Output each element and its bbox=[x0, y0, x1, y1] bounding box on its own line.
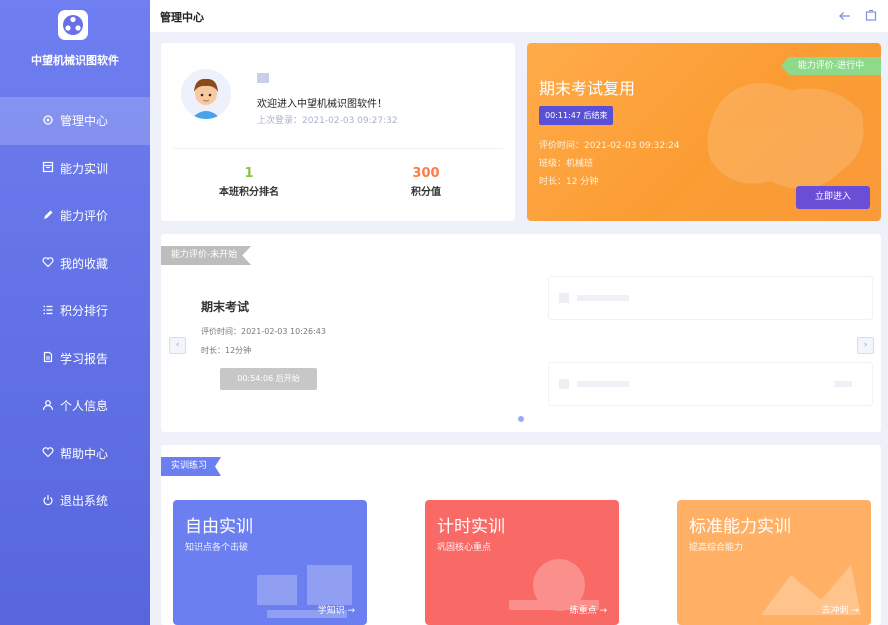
class-rank-stat: 1 本班积分排名 bbox=[179, 166, 319, 198]
sidebar-item-logout[interactable]: 退出系统 bbox=[0, 477, 150, 525]
sidebar-item-label: 能力评价 bbox=[59, 209, 108, 224]
evaluation-status-tag: 能力评价-未开始 bbox=[161, 246, 252, 265]
carousel-indicator-dot[interactable] bbox=[518, 416, 524, 422]
welcome-text: 欢迎进入中望机械识图软件！ bbox=[257, 99, 387, 110]
welcome-card: 欢迎进入中望机械识图软件！ 上次登录：2021-02-03 09:27:32 1… bbox=[161, 43, 515, 221]
class-rank-value: 1 bbox=[244, 166, 254, 181]
placeholder-slide-item bbox=[548, 362, 873, 406]
training-section: 实训练习 自由实训 知识点各个击破 学知识 → 计时实训 巩固核心重点 练重点 … bbox=[161, 445, 881, 625]
start-countdown-button[interactable]: 00:54:06 后开始 bbox=[220, 368, 317, 390]
sidebar-item-report[interactable]: 学习报告 bbox=[0, 335, 150, 383]
avatar bbox=[181, 69, 231, 119]
class-rank-label: 本班积分排名 bbox=[219, 187, 279, 198]
sidebar-item-favorites[interactable]: 我的收藏 bbox=[0, 240, 150, 288]
sidebar-item-label: 管理中心 bbox=[59, 114, 108, 129]
last-login-time: 上次登录：2021-02-03 09:27:32 bbox=[257, 116, 398, 126]
training-card-subtitle: 知识点各个击破 bbox=[185, 543, 249, 553]
points-stat: 300 积分值 bbox=[356, 166, 496, 198]
sidebar-item-label: 学习报告 bbox=[59, 351, 108, 366]
training-card-link[interactable]: 去冲刺 → bbox=[822, 603, 859, 616]
placeholder-slide-item bbox=[548, 276, 873, 320]
sidebar-item-label: 我的收藏 bbox=[59, 256, 108, 271]
sidebar-item-label: 个人信息 bbox=[59, 399, 108, 414]
user-icon bbox=[42, 399, 56, 413]
exam-eval-time: 评价时间：2021-02-03 09:32:24 bbox=[539, 141, 680, 151]
page-title: 管理中心 bbox=[160, 11, 204, 24]
sidebar-item-ranking[interactable]: 积分排行 bbox=[0, 287, 150, 335]
calendar-icon bbox=[42, 161, 56, 175]
fullscreen-icon[interactable] bbox=[864, 8, 878, 22]
training-card-title: 标准能力实训 bbox=[689, 517, 791, 537]
evaluation-section: 能力评价-未开始 期末考试 评价时间：2021-02-03 10:26:43 时… bbox=[161, 234, 881, 432]
chevron-right-icon: › bbox=[863, 340, 868, 350]
list-icon bbox=[42, 304, 56, 318]
carousel-prev-button[interactable]: ‹ bbox=[169, 337, 186, 354]
evaluation-time: 评价时间：2021-02-03 10:26:43 bbox=[201, 327, 326, 336]
sidebar-nav: 管理中心 能力实训 能力评价 我的收藏 积分排行 学习报告 个人信息 帮助中心 bbox=[0, 97, 150, 525]
sidebar-item-help[interactable]: 帮助中心 bbox=[0, 430, 150, 478]
exam-countdown: 00:11:47 后结束 bbox=[539, 106, 614, 125]
carousel-next-button[interactable]: › bbox=[857, 337, 874, 354]
heart-icon bbox=[42, 446, 56, 460]
back-arrow-icon[interactable] bbox=[838, 8, 852, 22]
heart-icon bbox=[42, 256, 56, 270]
app-brand: 中望机械识图软件 bbox=[31, 54, 119, 67]
sidebar-item-label: 帮助中心 bbox=[59, 446, 108, 461]
sidebar-item-evaluation[interactable]: 能力评价 bbox=[0, 192, 150, 240]
power-icon bbox=[42, 494, 56, 508]
exam-in-progress-card: 能力评价-进行中 期末考试复用 00:11:47 后结束 评价时间：2021-0… bbox=[527, 43, 881, 221]
training-card-subtitle: 巩固核心重点 bbox=[437, 543, 492, 553]
user-name-masked bbox=[257, 73, 269, 83]
free-training-card[interactable]: 自由实训 知识点各个击破 学知识 → bbox=[173, 500, 367, 625]
app-logo-icon bbox=[58, 10, 88, 40]
status-badge: 能力评价-进行中 bbox=[781, 57, 881, 75]
points-label: 积分值 bbox=[411, 187, 441, 198]
timed-training-card[interactable]: 计时实训 巩固核心重点 练重点 → bbox=[425, 500, 619, 625]
standard-training-card[interactable]: 标准能力实训 提高综合能力 去冲刺 → bbox=[677, 500, 871, 625]
chevron-left-icon: ‹ bbox=[175, 340, 180, 350]
training-card-link[interactable]: 练重点 → bbox=[570, 603, 607, 616]
training-card-title: 自由实训 bbox=[185, 517, 253, 537]
sidebar-item-label: 退出系统 bbox=[59, 494, 108, 509]
exam-class: 班级：机械班 bbox=[539, 159, 594, 169]
enter-now-button[interactable]: 立即进入 bbox=[796, 186, 870, 209]
document-icon bbox=[42, 351, 56, 365]
exam-title: 期末考试复用 bbox=[539, 79, 636, 98]
training-card-title: 计时实训 bbox=[437, 517, 505, 537]
pencil-icon bbox=[42, 209, 56, 223]
gear-icon bbox=[42, 114, 56, 128]
training-card-subtitle: 提高综合能力 bbox=[689, 543, 744, 553]
sidebar: 中望机械识图软件 管理中心 能力实训 能力评价 我的收藏 积分排行 学习报告 个… bbox=[0, 0, 150, 625]
top-bar: 管理中心 bbox=[150, 0, 888, 32]
sidebar-item-label: 积分排行 bbox=[59, 304, 108, 319]
evaluation-item-title: 期末考试 bbox=[201, 300, 250, 314]
divider bbox=[173, 148, 503, 149]
sidebar-item-management[interactable]: 管理中心 bbox=[0, 97, 150, 145]
training-tag: 实训练习 bbox=[161, 457, 222, 476]
sidebar-item-training[interactable]: 能力实训 bbox=[0, 145, 150, 193]
sidebar-item-profile[interactable]: 个人信息 bbox=[0, 382, 150, 430]
exam-duration: 时长：12 分钟 bbox=[539, 177, 599, 187]
training-card-link[interactable]: 学知识 → bbox=[318, 603, 355, 616]
points-value: 300 bbox=[412, 166, 440, 181]
sidebar-item-label: 能力实训 bbox=[59, 161, 108, 176]
evaluation-duration: 时长：12分钟 bbox=[201, 346, 252, 355]
